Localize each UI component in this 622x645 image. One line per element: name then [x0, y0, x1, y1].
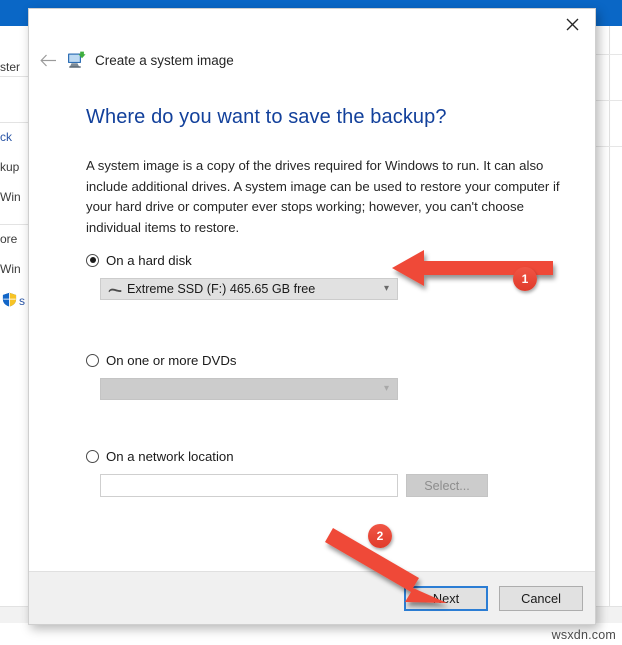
dvd-combo: ▾	[100, 378, 398, 400]
shield-icon	[2, 292, 17, 307]
background-divider	[0, 224, 30, 225]
option-hard-disk: On a hard disk Extreme SSD (F:) 465.65 G…	[86, 251, 398, 300]
background-divider	[0, 122, 30, 123]
create-system-image-icon	[67, 51, 87, 69]
background-window-right-edge	[609, 26, 622, 645]
background-text-fragment: ore	[0, 232, 17, 246]
radio-dvds-label: On one or more DVDs	[106, 353, 236, 368]
background-text-fragment: Win	[0, 190, 21, 204]
radio-dvds-indicator	[86, 354, 99, 367]
radio-hard-disk-label: On a hard disk	[106, 253, 192, 268]
back-arrow-icon	[40, 54, 57, 67]
radio-hard-disk-indicator	[86, 254, 99, 267]
background-window-bottom-strip	[0, 623, 622, 645]
breadcrumb: Create a system image	[29, 47, 234, 73]
create-system-image-dialog: Create a system image Where do you want …	[28, 8, 596, 625]
option-network: On a network location Select...	[86, 447, 488, 497]
radio-network-indicator	[86, 450, 99, 463]
background-link-fragment[interactable]: ck	[0, 130, 12, 144]
description-text: A system image is a copy of the drives r…	[86, 156, 569, 238]
background-link-fragment[interactable]: s	[19, 294, 25, 308]
network-location-input[interactable]	[100, 474, 398, 497]
dialog-footer: Next Cancel	[29, 571, 595, 624]
radio-hard-disk[interactable]: On a hard disk	[86, 251, 398, 269]
background-text-fragment: kup	[0, 160, 19, 174]
radio-dvds[interactable]: On one or more DVDs	[86, 351, 398, 369]
select-button[interactable]: Select...	[406, 474, 488, 497]
background-divider	[596, 54, 622, 55]
hard-disk-combo[interactable]: Extreme SSD (F:) 465.65 GB free ▾	[100, 278, 398, 300]
next-button[interactable]: Next	[404, 586, 488, 611]
radio-network[interactable]: On a network location	[86, 447, 488, 465]
background-divider	[596, 146, 622, 147]
cancel-button[interactable]: Cancel	[499, 586, 583, 611]
dialog-titlebar	[29, 9, 595, 43]
background-divider	[596, 100, 622, 101]
annotation-badge-1: 1	[513, 267, 537, 291]
option-dvds: On one or more DVDs ▾	[86, 351, 398, 400]
close-icon	[566, 18, 579, 31]
annotation-badge-2: 2	[368, 524, 392, 548]
breadcrumb-label: Create a system image	[95, 53, 234, 68]
network-row: Select...	[100, 474, 488, 497]
watermark: wsxdn.com	[552, 628, 616, 642]
chevron-down-icon: ▾	[384, 284, 389, 294]
radio-network-label: On a network location	[106, 449, 234, 464]
hard-disk-combo-value: Extreme SSD (F:) 465.65 GB free	[127, 282, 315, 296]
close-button[interactable]	[549, 9, 595, 39]
background-text-fragment: Win	[0, 262, 21, 276]
background-text-fragment: ster	[0, 60, 20, 74]
background-window-left-column: ster ck kup Win ore Win s	[0, 26, 30, 645]
page-title: Where do you want to save the backup?	[86, 106, 447, 129]
background-divider	[0, 76, 30, 77]
chevron-down-icon: ▾	[384, 384, 389, 394]
back-button[interactable]	[29, 54, 67, 67]
hard-drive-icon	[107, 283, 123, 295]
